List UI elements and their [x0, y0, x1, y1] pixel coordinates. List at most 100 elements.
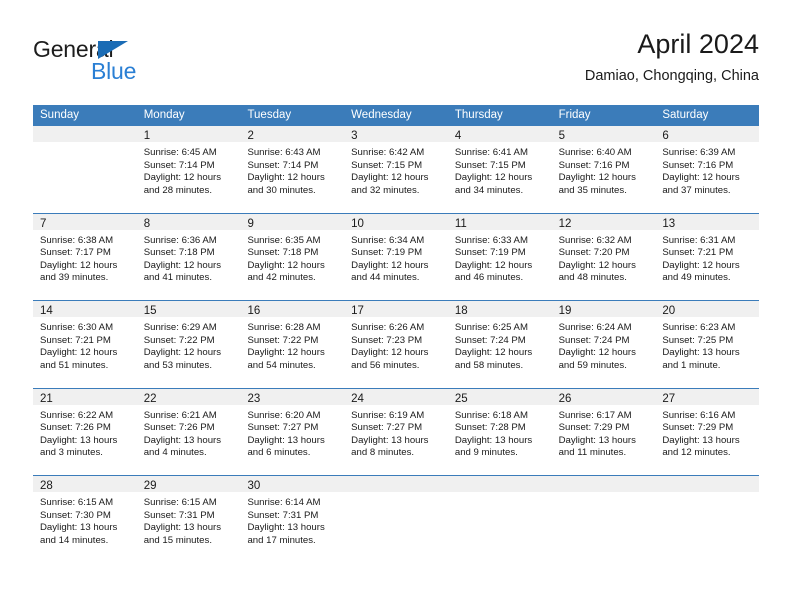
- day-number-band: 13: [655, 213, 760, 230]
- week-row: 7 Sunrise: 6:38 AM Sunset: 7:17 PM Daylight…: [33, 212, 760, 301]
- weekday-header-row: Sunday Monday Tuesday Wednesday Thursday…: [33, 105, 759, 126]
- daylight-text: Daylight: 13 hours: [351, 434, 429, 446]
- day-cell[interactable]: 16 Sunrise: 6:28 AM Sunset: 7:22 PM Dayligh…: [240, 301, 345, 388]
- sunrise-text: Sunrise: 6:23 AM: [662, 322, 736, 333]
- day-number: 4: [454, 130, 462, 142]
- day-cell[interactable]: 1 Sunrise: 6:45 AM Sunset: 7:14 PM Daylight…: [136, 126, 241, 213]
- day-cell[interactable]: 2 Sunrise: 6:43 AM Sunset: 7:14 PM Daylight…: [240, 126, 345, 213]
- day-cell[interactable]: 3 Sunrise: 6:42 AM Sunset: 7:15 PM Daylight…: [344, 126, 448, 213]
- sunset-text: Sunset: 7:26 PM: [143, 422, 215, 434]
- week-row: 14 Sunrise: 6:30 AM Sunset: 7:21 PM Dayligh…: [33, 300, 760, 388]
- day-cell-body: Sunrise: 6:43 AM Sunset: 7:14 PM Daylight:…: [240, 142, 344, 197]
- day-cell[interactable]: 15 Sunrise: 6:29 AM Sunset: 7:22 PM Dayligh…: [136, 301, 241, 388]
- day-cell[interactable]: 19 Sunrise: 6:24 AM Sunset: 7:24 PM Dayligh…: [551, 301, 656, 388]
- sunset-text: Sunset: 7:20 PM: [558, 247, 630, 259]
- sunrise-text: Sunrise: 6:19 AM: [351, 409, 425, 421]
- day-cell[interactable]: 24 Sunrise: 6:19 AM Sunset: 7:27 PM Dayligh…: [344, 388, 448, 476]
- day-cell[interactable]: 11 Sunrise: 6:33 AM Sunset: 7:19 PM Dayligh…: [447, 213, 552, 301]
- weekday-header-wednesday: Wednesday: [351, 109, 412, 121]
- sunrise-text: Sunrise: 6:34 AM: [351, 234, 425, 246]
- sunset-text: Sunset: 7:17 PM: [40, 247, 111, 259]
- day-number-band: 20: [655, 301, 760, 317]
- daylight-text: Daylight: 12 hours: [558, 259, 636, 271]
- sunrise-text: Sunrise: 6:21 AM: [143, 409, 217, 421]
- daylight-text: Daylight: 13 hours: [143, 522, 222, 534]
- day-cell-body: [655, 492, 759, 497]
- page-subtitle: Damiao, Chongqing, China: [584, 68, 759, 84]
- day-cell[interactable]: 27 Sunrise: 6:16 AM Sunset: 7:29 PM Dayligh…: [655, 388, 760, 476]
- day-number-band: [33, 126, 137, 142]
- day-number-band: 5: [551, 126, 656, 142]
- day-cell-empty: [655, 476, 760, 563]
- day-number: 27: [662, 392, 676, 405]
- day-cell[interactable]: 7 Sunrise: 6:38 AM Sunset: 7:17 PM Daylight…: [33, 213, 137, 301]
- day-cell[interactable]: 20 Sunrise: 6:23 AM Sunset: 7:25 PM Dayligh…: [655, 301, 760, 388]
- day-cell[interactable]: 8 Sunrise: 6:36 AM Sunset: 7:18 PM Daylight…: [136, 213, 241, 301]
- daylight-text-cont: and 35 minutes.: [558, 184, 627, 196]
- day-number-band: 2: [240, 126, 345, 142]
- day-number: 2: [247, 130, 254, 142]
- daylight-text-cont: and 46 minutes.: [454, 272, 524, 284]
- weeks-container: 1 Sunrise: 6:45 AM Sunset: 7:14 PM Daylight…: [33, 126, 760, 563]
- day-number: 3: [351, 130, 358, 142]
- daylight-text: Daylight: 13 hours: [40, 434, 118, 446]
- day-cell[interactable]: 4 Sunrise: 6:41 AM Sunset: 7:15 PM Daylight…: [447, 126, 552, 213]
- week-row: 21 Sunrise: 6:22 AM Sunset: 7:26 PM Dayligh…: [33, 387, 760, 476]
- day-number-band: 24: [344, 388, 448, 405]
- day-cell[interactable]: 5 Sunrise: 6:40 AM Sunset: 7:16 PM Daylight…: [551, 126, 656, 213]
- weekday-header-tuesday: Tuesday: [247, 109, 292, 121]
- day-cell-body: Sunrise: 6:41 AM Sunset: 7:15 PM Daylight:…: [448, 142, 552, 197]
- day-cell[interactable]: 10 Sunrise: 6:34 AM Sunset: 7:19 PM Dayligh…: [344, 213, 448, 301]
- day-number-band: 17: [344, 301, 448, 317]
- day-cell[interactable]: 28 Sunrise: 6:15 AM Sunset: 7:30 PM Dayligh…: [33, 476, 137, 563]
- day-cell[interactable]: 26 Sunrise: 6:17 AM Sunset: 7:29 PM Dayligh…: [551, 388, 656, 476]
- day-cell-body: Sunrise: 6:33 AM Sunset: 7:19 PM Daylight:…: [448, 230, 552, 285]
- day-cell-body: Sunrise: 6:26 AM Sunset: 7:23 PM Daylight:…: [344, 317, 448, 372]
- day-number-band: 9: [240, 213, 345, 230]
- sunrise-text: Sunrise: 6:28 AM: [247, 322, 321, 333]
- day-cell[interactable]: 14 Sunrise: 6:30 AM Sunset: 7:21 PM Dayligh…: [33, 301, 137, 388]
- day-number-band: [447, 476, 552, 492]
- day-cell-body: Sunrise: 6:14 AM Sunset: 7:31 PM Daylight:…: [240, 492, 344, 547]
- daylight-text: Daylight: 12 hours: [247, 347, 325, 359]
- sunset-text: Sunset: 7:15 PM: [454, 159, 526, 171]
- day-cell[interactable]: 25 Sunrise: 6:18 AM Sunset: 7:28 PM Dayligh…: [447, 388, 552, 476]
- daylight-text-cont: and 8 minutes.: [351, 447, 415, 459]
- sunset-text: Sunset: 7:29 PM: [662, 422, 734, 434]
- day-cell-body: Sunrise: 6:40 AM Sunset: 7:16 PM Daylight:…: [552, 142, 656, 197]
- day-cell[interactable]: 23 Sunrise: 6:20 AM Sunset: 7:27 PM Dayligh…: [240, 388, 345, 476]
- day-cell[interactable]: 18 Sunrise: 6:25 AM Sunset: 7:24 PM Dayligh…: [447, 301, 552, 388]
- day-cell[interactable]: 29 Sunrise: 6:15 AM Sunset: 7:31 PM Dayligh…: [136, 476, 241, 563]
- sunrise-text: Sunrise: 6:33 AM: [454, 234, 528, 246]
- day-number-band: 23: [240, 388, 345, 405]
- day-cell[interactable]: 12 Sunrise: 6:32 AM Sunset: 7:20 PM Dayligh…: [551, 213, 656, 301]
- general-blue-logo[interactable]: General Blue: [33, 36, 183, 90]
- day-cell-body: Sunrise: 6:31 AM Sunset: 7:21 PM Daylight:…: [655, 230, 759, 285]
- daylight-text: Daylight: 12 hours: [454, 172, 533, 184]
- day-cell[interactable]: 22 Sunrise: 6:21 AM Sunset: 7:26 PM Dayligh…: [136, 388, 241, 476]
- sunset-text: Sunset: 7:26 PM: [40, 422, 111, 434]
- day-number-band: [551, 476, 656, 492]
- logo-text-blue: Blue: [91, 58, 137, 84]
- sunrise-text: Sunrise: 6:20 AM: [247, 409, 321, 421]
- sunset-text: Sunset: 7:24 PM: [454, 334, 526, 346]
- day-cell[interactable]: 30 Sunrise: 6:14 AM Sunset: 7:31 PM Dayligh…: [240, 476, 345, 563]
- sunset-text: Sunset: 7:21 PM: [40, 334, 111, 346]
- daylight-text-cont: and 14 minutes.: [40, 534, 109, 546]
- day-number-band: 10: [344, 213, 448, 230]
- day-cell[interactable]: 13 Sunrise: 6:31 AM Sunset: 7:21 PM Dayligh…: [655, 213, 760, 301]
- daylight-text: Daylight: 12 hours: [454, 347, 533, 359]
- day-number: 12: [558, 217, 572, 230]
- day-number-band: 3: [344, 126, 448, 142]
- day-cell[interactable]: 21 Sunrise: 6:22 AM Sunset: 7:26 PM Dayligh…: [33, 388, 137, 476]
- day-number: 20: [662, 305, 676, 317]
- daylight-text: Daylight: 12 hours: [351, 347, 429, 359]
- day-cell[interactable]: 9 Sunrise: 6:35 AM Sunset: 7:18 PM Daylight…: [240, 213, 345, 301]
- sunset-text: Sunset: 7:25 PM: [662, 334, 734, 346]
- day-number-band: 27: [655, 388, 760, 405]
- day-cell[interactable]: 17 Sunrise: 6:26 AM Sunset: 7:23 PM Dayligh…: [344, 301, 448, 388]
- day-cell-body: [33, 142, 137, 147]
- day-number: 30: [247, 480, 261, 492]
- day-cell[interactable]: 6 Sunrise: 6:39 AM Sunset: 7:16 PM Daylight…: [655, 126, 760, 213]
- daylight-text: Daylight: 12 hours: [662, 259, 740, 271]
